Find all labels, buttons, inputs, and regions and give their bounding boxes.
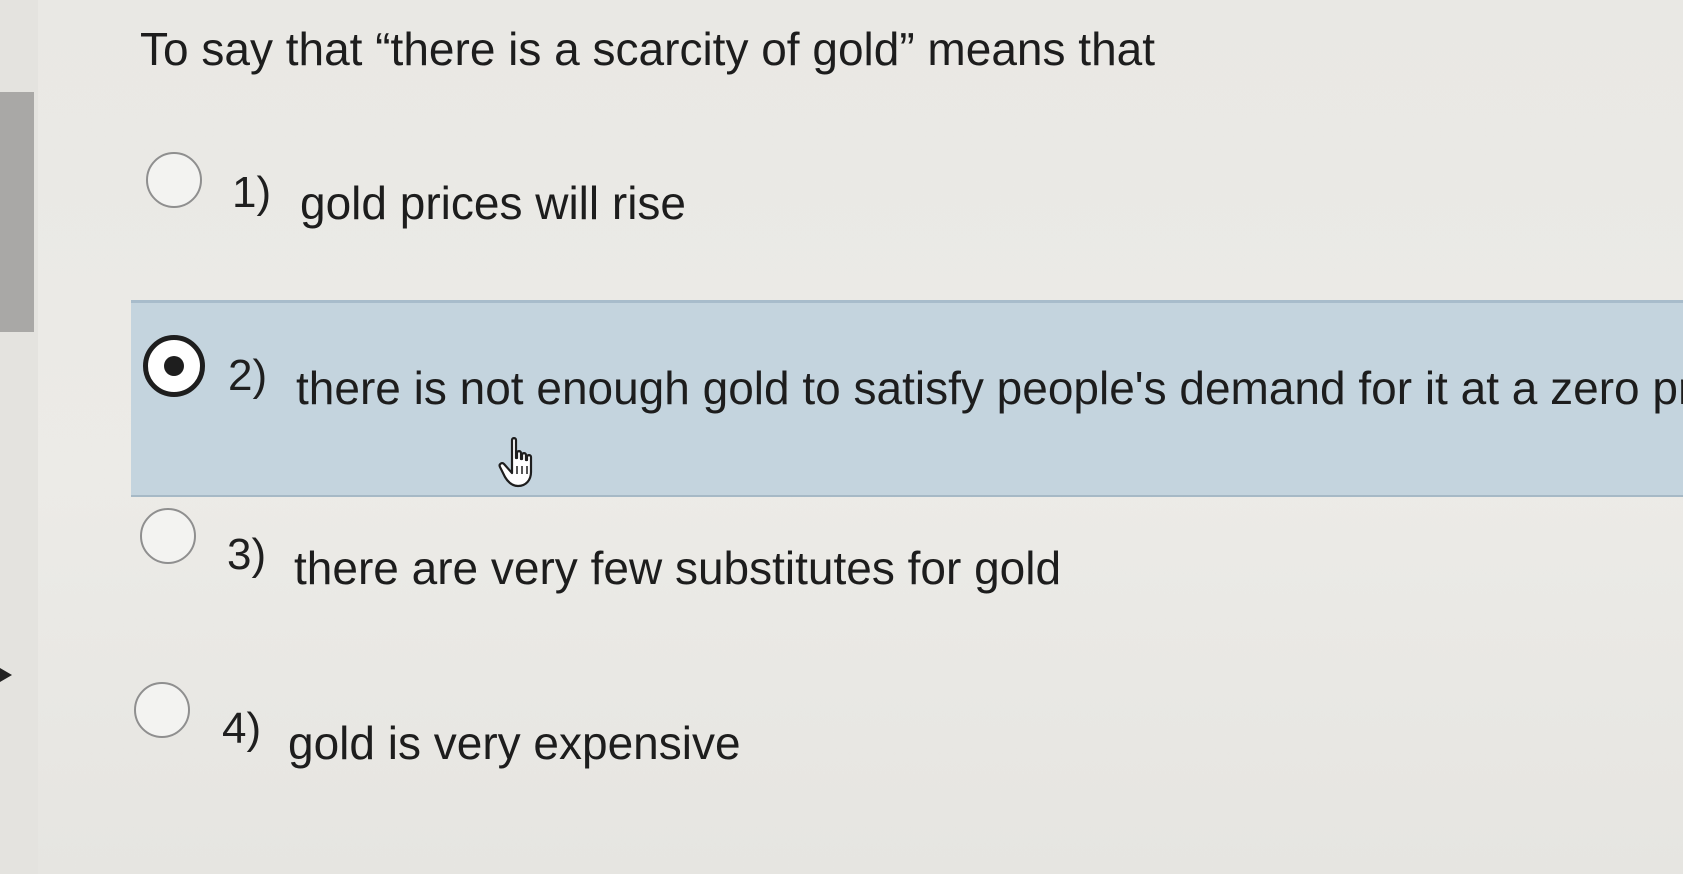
option-1-label: gold prices will rise	[300, 177, 687, 229]
option-2-number: 2)	[228, 351, 268, 400]
option-4-label: gold is very expensive	[288, 717, 741, 769]
answer-option-1[interactable]: 1) gold prices will rise	[0, 148, 1683, 268]
radio-button-option-1[interactable]	[146, 152, 202, 208]
option-3-number: 3)	[227, 530, 267, 579]
hand-pointer-icon	[498, 437, 533, 488]
radio-button-option-3[interactable]	[140, 508, 196, 564]
answer-option-3[interactable]: 3) there are very few substitutes for go…	[0, 508, 1683, 618]
radio-checked-dot-icon	[164, 356, 184, 376]
answer-option-2[interactable]: 2) there is not enough gold to satisfy p…	[131, 300, 1683, 497]
option-4-number: 4)	[222, 704, 262, 753]
answer-option-4[interactable]: 4) gold is very expensive	[0, 682, 1683, 792]
radio-button-option-4[interactable]	[134, 682, 190, 738]
option-2-label: there is not enough gold to satisfy peop…	[296, 362, 1683, 414]
option-3-label: there are very few substitutes for gold	[294, 542, 1062, 594]
option-1-number: 1)	[232, 168, 272, 217]
answer-options: 1) gold prices will rise 2) there is not…	[0, 0, 1683, 874]
radio-button-option-2[interactable]	[143, 335, 205, 397]
